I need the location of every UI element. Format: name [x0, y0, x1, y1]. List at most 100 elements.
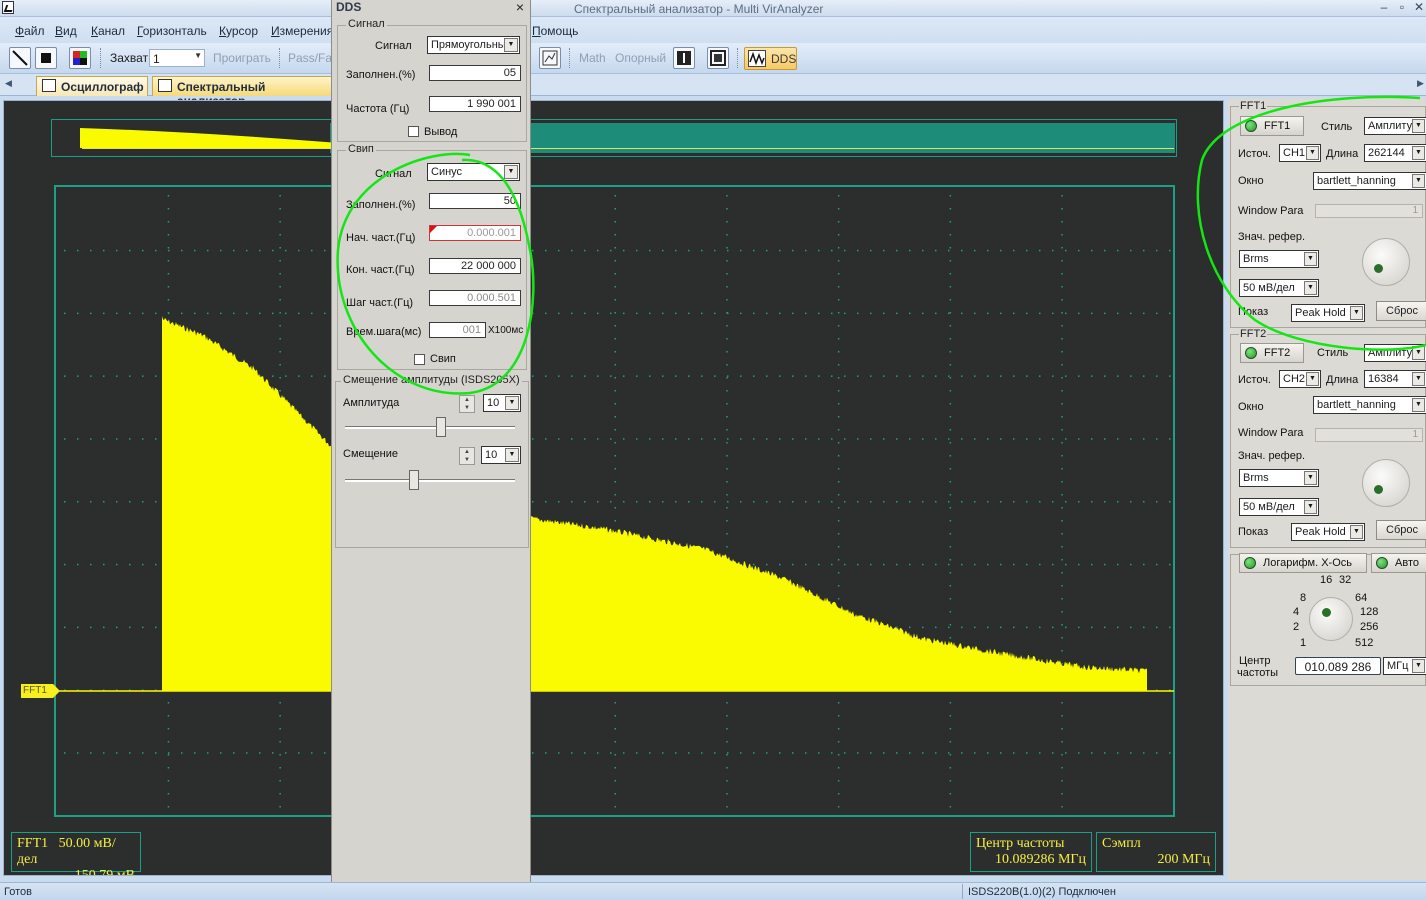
center-freq-input[interactable]: 010.089 286: [1295, 657, 1381, 675]
fft2-show-select[interactable]: Peak Hold ▼: [1291, 523, 1365, 541]
fft2-toggle-button[interactable]: FFT2: [1240, 343, 1304, 363]
tab-spectrum-analyzer[interactable]: Спектральный анализатор: [152, 76, 332, 108]
measure-tool-button[interactable]: [539, 47, 561, 69]
tab-scroll-left-icon[interactable]: ◀: [5, 78, 12, 89]
fft1-show-select[interactable]: Peak Hold ▼: [1291, 304, 1365, 322]
zoom-knob[interactable]: [1309, 597, 1353, 641]
start-freq-input[interactable]: 0.000.001: [429, 225, 521, 241]
fft2-ref-select[interactable]: Brms ▼: [1239, 469, 1319, 487]
scale-line: FFT1 50.00 мВ/дел: [17, 836, 135, 868]
fft1-ref-label: Знач. рефер.: [1238, 231, 1306, 243]
fft2-length-select[interactable]: 16384 ▼: [1364, 370, 1426, 388]
fft1-source-select[interactable]: CH1 ▼: [1279, 144, 1321, 162]
maximize-button[interactable]: ▫: [1394, 1, 1410, 15]
fullscreen-button[interactable]: [707, 47, 729, 69]
close-window-button[interactable]: ✕: [1411, 1, 1426, 15]
dds-close-button[interactable]: ×: [516, 0, 524, 15]
sweep-signal-select[interactable]: Синус ▼: [427, 163, 520, 181]
sweep-duty-input[interactable]: 50: [429, 193, 521, 209]
end-freq-input[interactable]: 22 000 000: [429, 258, 521, 274]
dds-panel: DDS × Сигнал Сигнал Прямоугольны ▼ Запол…: [331, 0, 531, 900]
log-x-axis-toggle[interactable]: Логарифм. X-Ось: [1239, 553, 1367, 573]
fft1-window-select[interactable]: bartlett_hanning ▼: [1313, 172, 1426, 190]
step-time-input[interactable]: 001: [429, 322, 486, 338]
amplitude-slider[interactable]: [345, 426, 515, 429]
amplitude-slider-thumb[interactable]: [436, 417, 447, 437]
fft1-window-label: Окно: [1238, 175, 1264, 187]
dds-button[interactable]: DDS: [744, 47, 797, 70]
pass-fail-button[interactable]: Pass/Fail: [288, 51, 337, 65]
frequency-input[interactable]: 1 990 001: [429, 96, 521, 112]
math-button[interactable]: Math: [579, 51, 606, 65]
sample-rate-box: Сэмпл 200 МГц: [1096, 832, 1216, 872]
menu-cursor[interactable]: Курсор: [219, 24, 258, 38]
fft-control-panel: FFT1 FFT1 Стиль Амплиту ▼ Источ. CH1 ▼ Д…: [1228, 98, 1426, 880]
duty-input[interactable]: 05: [429, 65, 521, 81]
menu-file[interactable]: Файл: [15, 24, 45, 38]
auto-toggle[interactable]: Авто: [1371, 553, 1426, 573]
toolbar-separator: [100, 48, 101, 68]
fft1-source-label: Источ.: [1238, 148, 1271, 160]
draw-line-button[interactable]: [9, 47, 31, 69]
fft1-scale-knob[interactable]: [1362, 238, 1410, 286]
center-unit-select[interactable]: МГц ▼: [1383, 657, 1426, 675]
sweep-checkbox[interactable]: [414, 354, 425, 365]
signal-type-value: Прямоугольны: [431, 39, 506, 51]
app-icon[interactable]: [2, 1, 14, 14]
chevron-down-icon: ▼: [504, 165, 518, 179]
minimize-button[interactable]: ‒: [1376, 1, 1392, 15]
sweep-group: Свип Сигнал Синус ▼ Заполнен.(%) 50 Нач.…: [337, 143, 527, 370]
color-button[interactable]: [69, 47, 91, 69]
output-checkbox[interactable]: [408, 126, 419, 137]
capture-select[interactable]: 1 ▼: [149, 49, 205, 67]
fft2-scale-select[interactable]: 50 мВ/дел ▼: [1239, 498, 1319, 516]
offset-spinner[interactable]: ▲ ▼: [459, 447, 475, 465]
menu-view[interactable]: Вид: [55, 24, 77, 38]
fft1-ref-select[interactable]: Brms ▼: [1239, 250, 1319, 268]
spectrum-display[interactable]: FFT1 FFT1 50.00 мВ/дел -150.79 мВ Центр …: [3, 100, 1224, 876]
fft2-window-select[interactable]: bartlett_hanning ▼: [1313, 396, 1426, 414]
fft2-scale-knob[interactable]: [1362, 459, 1410, 507]
play-button[interactable]: Проиграть: [213, 51, 271, 65]
offset-slider[interactable]: [345, 479, 515, 482]
offset-select[interactable]: 10 ▼: [481, 446, 521, 464]
reference-button[interactable]: Опорный: [615, 51, 666, 65]
menu-help[interactable]: Помощь: [532, 24, 578, 38]
tab-oscilloscope[interactable]: Осциллограф: [36, 76, 148, 96]
fft2-style-select[interactable]: Амплиту ▼: [1364, 344, 1426, 362]
fft1-style-select[interactable]: Амплиту ▼: [1364, 117, 1426, 135]
fft2-button-label: FFT2: [1264, 347, 1291, 359]
fft1-level-marker[interactable]: FFT1: [21, 684, 60, 698]
fft1-reset-button[interactable]: Сброс: [1376, 301, 1426, 321]
menu-horizontal[interactable]: Горизонталь: [137, 24, 207, 38]
log-x-axis-label: Логарифм. X-Ось: [1263, 557, 1352, 569]
menu-measure[interactable]: Измерения: [271, 24, 333, 38]
fft1-window-para-input[interactable]: 1: [1315, 204, 1423, 218]
step-freq-input[interactable]: 0.000.501: [429, 290, 521, 306]
split-view-button[interactable]: [673, 47, 695, 69]
led-icon: [1244, 557, 1256, 569]
amplitude-group-title: Смещение амплитуды (ISDS205X): [341, 374, 522, 386]
fft1-style-label: Стиль: [1321, 121, 1353, 133]
chevron-down-icon: ▼: [505, 448, 519, 462]
fft1-toggle-button[interactable]: FFT1: [1240, 116, 1304, 136]
fft1-length-select[interactable]: 262144 ▼: [1364, 144, 1426, 162]
offset-slider-thumb[interactable]: [409, 470, 419, 490]
status-separator: [962, 884, 963, 899]
fft2-window-value: bartlett_hanning: [1317, 399, 1396, 411]
fft2-reset-button[interactable]: Сброс: [1376, 520, 1426, 540]
fft2-source-select[interactable]: CH2 ▼: [1279, 370, 1321, 388]
tab-scroll-right-icon[interactable]: ▶: [1417, 78, 1424, 89]
knob-indicator: [1322, 608, 1331, 617]
amplitude-select[interactable]: 10 ▼: [483, 394, 521, 412]
signal-type-select[interactable]: Прямоугольны ▼: [427, 36, 520, 54]
fft1-scale-select[interactable]: 50 мВ/дел ▼: [1239, 279, 1319, 297]
status-bar: Готов ISDS220B(1.0)(2) Подключен: [0, 882, 1426, 900]
fft2-style-label: Стиль: [1317, 347, 1349, 359]
stop-button[interactable]: [35, 47, 57, 69]
menu-channel[interactable]: Канал: [91, 24, 125, 38]
zoom-tick-2: 2: [1293, 621, 1300, 633]
fft2-group: FFT2 FFT2 Стиль Амплиту ▼ Источ. CH2 ▼ Д…: [1230, 328, 1426, 548]
fft2-window-para-input[interactable]: 1: [1315, 428, 1423, 442]
amplitude-spinner[interactable]: ▲ ▼: [459, 395, 475, 413]
